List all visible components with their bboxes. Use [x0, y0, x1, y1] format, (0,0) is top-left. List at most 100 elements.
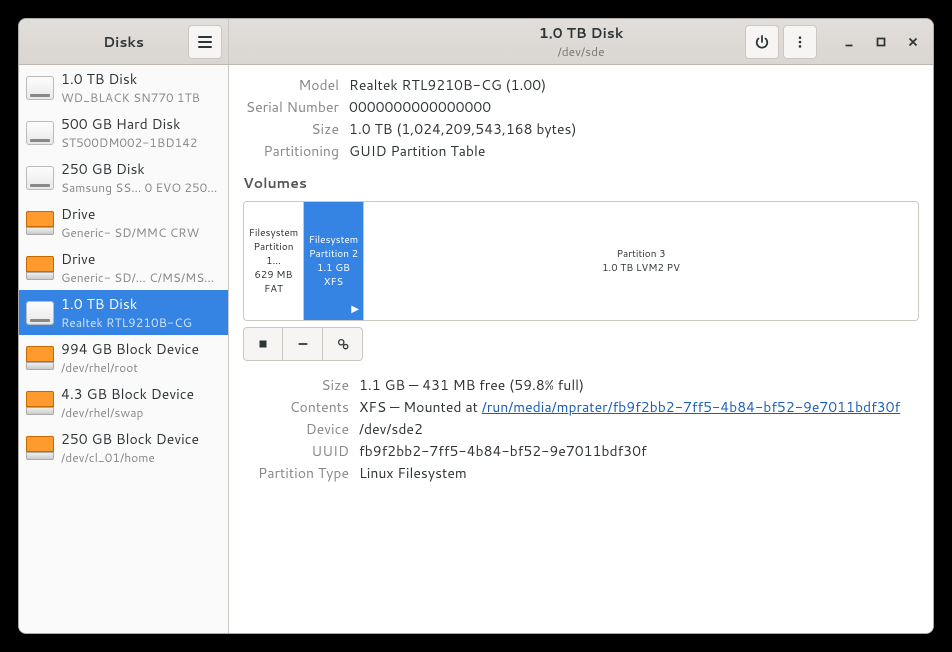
vol-device-label: Device	[243, 419, 349, 439]
vol-ptype-label: Partition Type	[243, 463, 349, 483]
disk-subtitle: Realtek RTL9210B-CG	[61, 314, 222, 331]
sidebar-disk-item[interactable]: 500 GB Hard DiskST500DM002-1BD142	[19, 110, 228, 155]
disk-subtitle: /dev/cl_01/home	[61, 449, 222, 466]
volume-label: Partition 3	[616, 247, 665, 261]
removable-drive-icon	[25, 343, 55, 373]
minus-icon	[296, 337, 310, 351]
volume-menu-button[interactable]	[323, 327, 363, 361]
disk-title: 1.0 TB Disk	[61, 69, 222, 89]
disk-subtitle: /dev/rhel/swap	[61, 404, 222, 421]
volumes-title: Volumes	[243, 173, 919, 193]
sidebar-disk-item[interactable]: 1.0 TB DiskWD_BLACK SN770 1TB	[19, 65, 228, 110]
disk-title: 4.3 GB Block Device	[61, 384, 222, 404]
volume-label: Partition 1…	[246, 240, 301, 268]
model-value: Realtek RTL9210B-CG (1.00)	[349, 75, 919, 95]
vol-ptype-value: Linux Filesystem	[359, 463, 919, 483]
vol-device-value: /dev/sde2	[359, 419, 919, 439]
sidebar-disk-item[interactable]: DriveGeneric- SD/… C/MS/MSPRO	[19, 245, 228, 290]
mounted-indicator-icon: ▶	[351, 302, 359, 316]
vol-size-label: Size	[243, 375, 349, 395]
vol-uuid-label: UUID	[243, 441, 349, 461]
removable-drive-icon	[25, 208, 55, 238]
close-icon	[906, 35, 920, 49]
removable-drive-icon	[25, 253, 55, 283]
volume-label: Partition 2	[309, 247, 358, 261]
size-value: 1.0 TB (1,024,209,543,168 bytes)	[349, 119, 919, 139]
main-panel: Model Realtek RTL9210B-CG (1.00) Serial …	[229, 65, 933, 633]
power-button[interactable]	[745, 25, 779, 59]
kebab-icon	[793, 35, 807, 49]
maximize-button[interactable]	[867, 25, 895, 59]
drive-menu-button[interactable]	[783, 25, 817, 59]
delete-partition-button[interactable]	[283, 327, 323, 361]
vol-contents-value: XFS — Mounted at /run/media/mprater/fb9f…	[359, 397, 919, 417]
sidebar-disk-item[interactable]: DriveGeneric- SD/MMC CRW	[19, 200, 228, 245]
sidebar-disk-item[interactable]: 994 GB Block Device/dev/rhel/root	[19, 335, 228, 380]
sidebar[interactable]: 1.0 TB DiskWD_BLACK SN770 1TB500 GB Hard…	[19, 65, 229, 633]
stop-icon	[256, 337, 270, 351]
hamburger-icon	[197, 34, 213, 50]
vol-size-value: 1.1 GB — 431 MB free (59.8% full)	[359, 375, 919, 395]
volume-detail: Size 1.1 GB — 431 MB free (59.8% full) C…	[243, 375, 919, 483]
disk-subtitle: ST500DM002-1BD142	[61, 134, 222, 151]
close-button[interactable]	[899, 25, 927, 59]
partitioning-label: Partitioning	[243, 141, 339, 161]
mount-point-link[interactable]: /run/media/mprater/fb9f2bb2-7ff5-4b84-bf…	[482, 397, 900, 417]
disk-subtitle: Generic- SD/… C/MS/MSPRO	[61, 269, 222, 286]
volume-label: 1.0 TB LVM2 PV	[602, 261, 680, 275]
sidebar-disk-item[interactable]: 250 GB DiskSamsung SS… 0 EVO 250GB	[19, 155, 228, 200]
window: Disks 1.0 TB Disk /dev/sde	[18, 18, 934, 634]
vol-uuid-value: fb9f2bb2-7ff5-4b84-bf52-9e7011bdf30f	[359, 441, 919, 461]
volumes-box: FilesystemPartition 1…629 MB FATFilesyst…	[243, 201, 919, 321]
power-icon	[755, 35, 769, 49]
header-controls	[745, 25, 927, 59]
drive-info: Model Realtek RTL9210B-CG (1.00) Serial …	[243, 75, 919, 161]
disk-subtitle: Samsung SS… 0 EVO 250GB	[61, 179, 222, 196]
app-title: Disks	[103, 32, 144, 52]
headerbar: Disks 1.0 TB Disk /dev/sde	[19, 19, 933, 65]
removable-drive-icon	[25, 388, 55, 418]
disk-title: 250 GB Block Device	[61, 429, 222, 449]
sidebar-disk-item[interactable]: 250 GB Block Device/dev/cl_01/home	[19, 425, 228, 470]
size-label: Size	[243, 119, 339, 139]
partitioning-value: GUID Partition Table	[349, 141, 919, 161]
vol-contents-label: Contents	[243, 397, 349, 417]
hdd-icon	[25, 163, 55, 193]
hdd-icon	[25, 118, 55, 148]
minimize-icon	[842, 35, 856, 49]
serial-label: Serial Number	[243, 97, 339, 117]
app-menu-button[interactable]	[188, 25, 222, 59]
disk-title: 250 GB Disk	[61, 159, 222, 179]
volume-label: Filesystem	[309, 233, 359, 247]
body: 1.0 TB DiskWD_BLACK SN770 1TB500 GB Hard…	[19, 65, 933, 633]
volume-label: Filesystem	[249, 226, 299, 240]
volume-toolbar	[243, 327, 919, 361]
headerbar-right: 1.0 TB Disk /dev/sde	[229, 19, 933, 64]
disk-title: 500 GB Hard Disk	[61, 114, 222, 134]
hdd-icon	[25, 73, 55, 103]
disk-subtitle: Generic- SD/MMC CRW	[61, 224, 222, 241]
unmount-button[interactable]	[243, 327, 283, 361]
minimize-button[interactable]	[835, 25, 863, 59]
gears-icon	[336, 337, 350, 351]
disk-title: Drive	[61, 249, 222, 269]
model-label: Model	[243, 75, 339, 95]
disk-title: Drive	[61, 204, 222, 224]
disk-subtitle: /dev/rhel/root	[61, 359, 222, 376]
headerbar-left: Disks	[19, 19, 229, 64]
disk-title: 994 GB Block Device	[61, 339, 222, 359]
sidebar-disk-item[interactable]: 1.0 TB DiskRealtek RTL9210B-CG	[19, 290, 228, 335]
volume-partition[interactable]: FilesystemPartition 21.1 GB XFS ▶	[304, 202, 364, 320]
disk-title: 1.0 TB Disk	[61, 294, 222, 314]
volume-label: 629 MB FAT	[246, 268, 301, 296]
serial-value: 0000000000000000	[349, 97, 919, 117]
volume-label: 1.1 GB XFS	[306, 261, 361, 289]
volume-partition[interactable]: Partition 31.0 TB LVM2 PV	[364, 202, 918, 320]
removable-drive-icon	[25, 433, 55, 463]
volume-partition[interactable]: FilesystemPartition 1…629 MB FAT	[244, 202, 304, 320]
disk-subtitle: WD_BLACK SN770 1TB	[61, 89, 222, 106]
sidebar-disk-item[interactable]: 4.3 GB Block Device/dev/rhel/swap	[19, 380, 228, 425]
maximize-icon	[874, 35, 888, 49]
vol-contents-prefix: XFS — Mounted at	[359, 397, 482, 417]
hdd-icon	[25, 298, 55, 328]
